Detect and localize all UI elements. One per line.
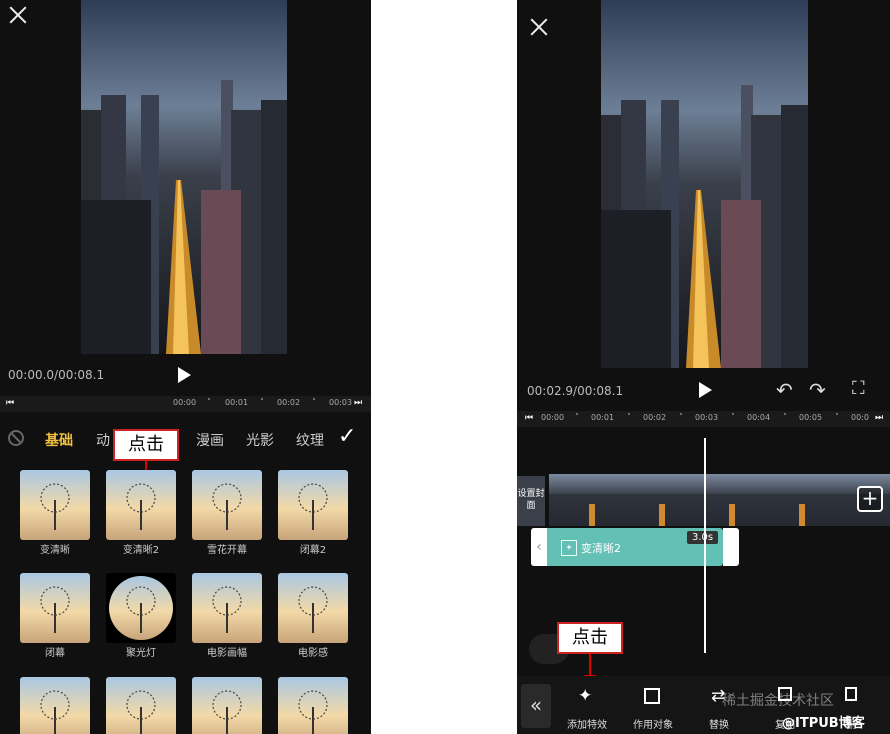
effect-thumbnail[interactable] — [278, 677, 348, 734]
effect-label: 变清晰2 — [122, 545, 160, 556]
add-clip-button[interactable]: + — [857, 486, 883, 512]
effect-clip[interactable]: ‹ ✦ 变清晰2 3.0s — [531, 528, 723, 566]
tree-preview-image — [192, 677, 262, 734]
playhead[interactable] — [704, 438, 706, 653]
tab-light[interactable]: 光影 — [246, 430, 274, 450]
effect-label: 电影画幅 — [207, 648, 247, 659]
tree-preview-image — [278, 677, 348, 734]
effect-thumbnail[interactable] — [192, 677, 262, 734]
timeline-ruler: ⏮ 00:00 00:01 00:02 00:03 00:04 00:05 00… — [517, 411, 890, 427]
effect-label: 闭幕2 — [299, 545, 327, 556]
skip-end-icon[interactable]: ⏭ — [354, 398, 362, 408]
effect-thumbnail[interactable] — [278, 470, 348, 540]
tree-preview-image — [192, 573, 262, 643]
target-icon — [644, 688, 660, 704]
effect-thumbnail[interactable] — [106, 573, 176, 643]
playback-time: 00:02.9/00:08.1 — [527, 384, 624, 398]
editor-screen: 00:02.9/00:08.1 ↶ ↷ ⛶ ⏮ 00:00 00:01 00:0… — [517, 0, 890, 734]
play-icon[interactable] — [699, 382, 712, 398]
ruler-tick: 00:04 — [747, 413, 771, 422]
effect-label: 变清晰 — [40, 545, 70, 556]
video-track[interactable] — [549, 474, 890, 526]
skip-end-icon[interactable]: ⏭ — [875, 413, 883, 423]
collapse-back-button[interactable]: « — [521, 684, 551, 728]
fullscreen-icon[interactable]: ⛶ — [852, 378, 865, 399]
undo-icon[interactable]: ↶ — [776, 378, 793, 402]
effects-picker-screen: 00:00.0/00:08.1 ⏮ 00:00 00:01 00:02 00:0… — [0, 0, 371, 734]
add-effect-button[interactable]: ✦ 添加特效 — [557, 682, 617, 732]
click-callout: 点击 — [557, 622, 623, 654]
cover-label: 设置封面 — [517, 489, 545, 511]
toolbar-label: 添加特效 — [567, 720, 607, 731]
ruler-tick: 00:00 — [173, 398, 197, 407]
watermark-itpub: @ITPUB博客 — [782, 716, 865, 731]
tab-comic[interactable]: 漫画 — [196, 430, 224, 450]
video-preview — [601, 0, 808, 368]
effect-thumbnail[interactable] — [20, 677, 90, 734]
effect-thumbnail[interactable] — [192, 470, 262, 540]
tree-preview-image — [106, 573, 176, 643]
tree-preview-image — [20, 573, 90, 643]
ruler-tick: 00:05 — [799, 413, 823, 422]
timeline-ruler: ⏮ 00:00 00:01 00:02 00:03 ⏭ — [0, 396, 371, 412]
toolbar-label: 替换 — [709, 720, 729, 731]
skip-start-icon[interactable]: ⏮ — [525, 413, 533, 423]
ruler-tick: 00:02 — [277, 398, 301, 407]
playback-time: 00:00.0/00:08.1 — [8, 368, 105, 382]
city-night-image — [81, 0, 287, 354]
sparkle-icon: ✦ — [578, 686, 593, 706]
effect-label: 电影感 — [298, 648, 328, 659]
effect-thumbnail[interactable] — [20, 573, 90, 643]
clip-left-handle[interactable]: ‹ — [531, 528, 547, 566]
skip-start-icon[interactable]: ⏮ — [6, 398, 14, 408]
effect-thumbnail[interactable] — [20, 470, 90, 540]
effect-thumbnail[interactable] — [192, 573, 262, 643]
effect-thumbnail[interactable] — [278, 573, 348, 643]
ruler-tick: 00:0 — [851, 413, 869, 422]
effect-label: 雪花开幕 — [207, 545, 247, 556]
apply-target-button[interactable]: 作用对象 — [623, 682, 683, 732]
city-night-image — [601, 0, 808, 368]
watermark-juejin: 稀土掘金技术社区 — [722, 693, 834, 709]
tree-preview-image — [192, 470, 262, 540]
tree-preview-image — [106, 677, 176, 734]
delete-icon — [845, 687, 857, 701]
ruler-tick: 00:00 — [541, 413, 565, 422]
ruler-tick: 00:01 — [591, 413, 615, 422]
play-icon[interactable] — [178, 367, 191, 383]
tab-animation[interactable]: 动 — [96, 430, 110, 450]
close-icon[interactable] — [8, 5, 28, 25]
category-tabs: 基础 动 漫画 光影 纹理 ✓ — [0, 420, 371, 460]
clip-duration: 3.0s — [687, 531, 719, 544]
effect-label: 聚光灯 — [126, 648, 156, 659]
redo-icon[interactable]: ↷ — [809, 378, 826, 402]
tree-preview-image — [278, 470, 348, 540]
tree-preview-image — [278, 573, 348, 643]
tree-preview-image — [106, 470, 176, 540]
effect-thumbnail[interactable] — [106, 470, 176, 540]
tab-texture[interactable]: 纹理 — [296, 430, 324, 450]
effect-label: 闭幕 — [45, 648, 65, 659]
clip-name: 变清晰2 — [581, 542, 621, 555]
tree-preview-image — [20, 470, 90, 540]
ruler-tick: 00:03 — [695, 413, 719, 422]
video-track-frames — [549, 474, 890, 526]
effect-clip-icon: ✦ — [561, 540, 577, 556]
clip-right-handle[interactable] — [723, 528, 739, 566]
ruler-tick: 00:01 — [225, 398, 249, 407]
tree-preview-image — [20, 677, 90, 734]
close-icon[interactable] — [529, 17, 549, 37]
set-cover-button[interactable]: 设置封面 — [517, 476, 545, 526]
ruler-tick: 00:02 — [643, 413, 667, 422]
click-callout: 点击 — [113, 429, 179, 461]
toolbar-label: 作用对象 — [633, 720, 673, 731]
ruler-tick: 00:03 — [329, 398, 353, 407]
video-preview — [81, 0, 287, 354]
effect-thumbnail[interactable] — [106, 677, 176, 734]
callout-arrow — [589, 654, 591, 676]
tab-basic[interactable]: 基础 — [45, 430, 73, 450]
confirm-check-icon[interactable]: ✓ — [338, 424, 356, 449]
